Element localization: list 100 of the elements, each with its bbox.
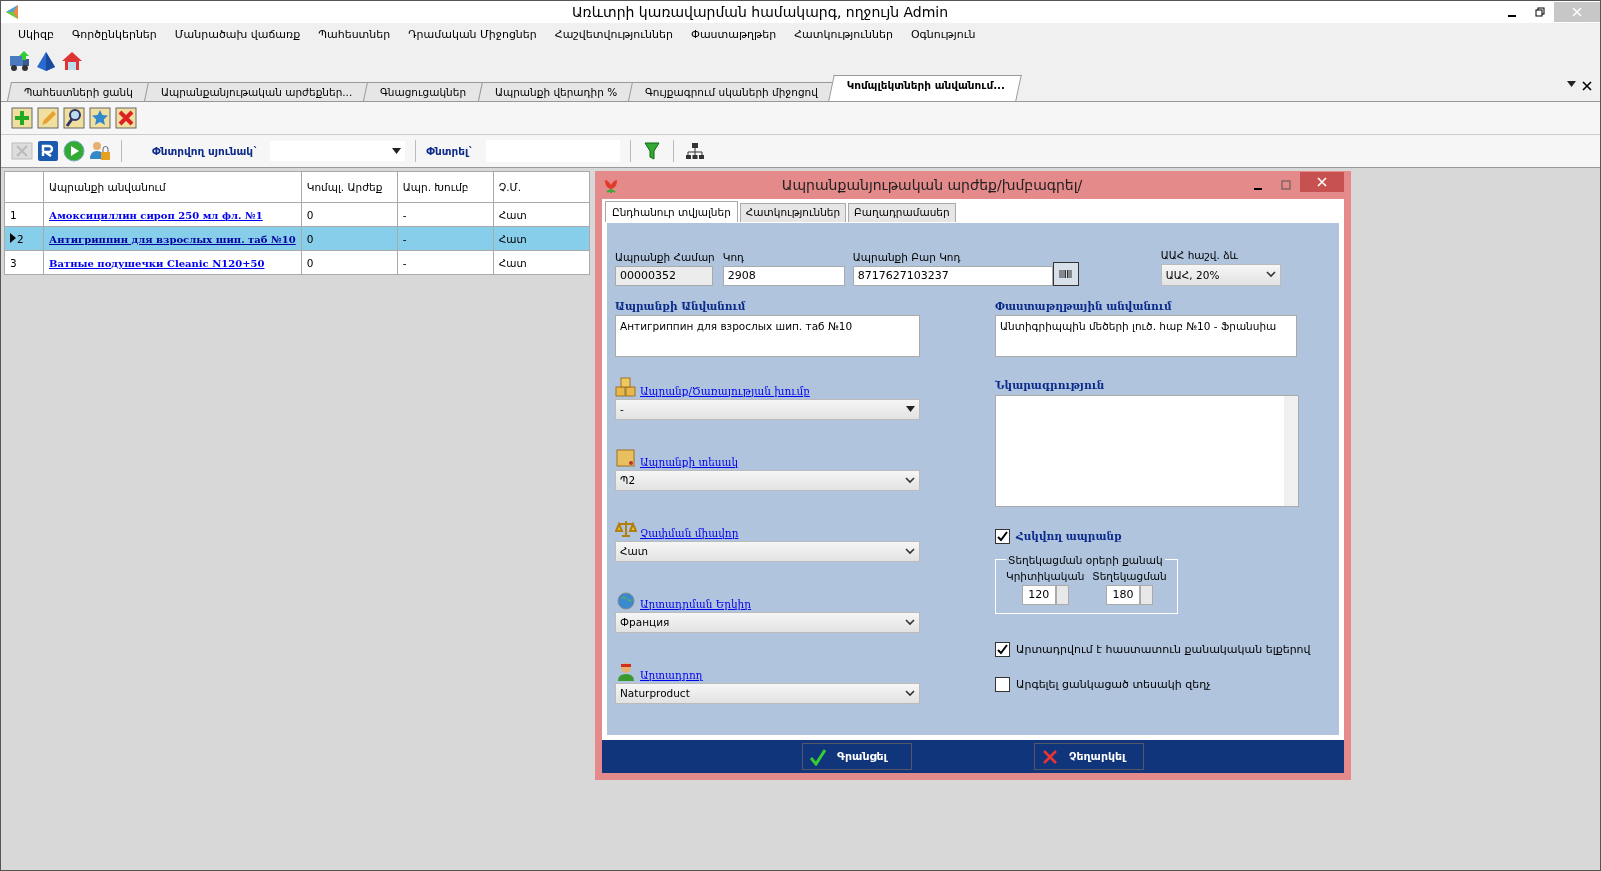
table-cell: - bbox=[402, 208, 407, 221]
document-tab[interactable]: Գնացուցակներ bbox=[363, 82, 484, 101]
column-header: Ապր. Խումբ bbox=[397, 171, 494, 203]
table-cell: 0 bbox=[306, 232, 314, 245]
table-cell: 0 bbox=[306, 208, 314, 221]
checkmark-icon bbox=[809, 747, 827, 766]
hierarchy-icon[interactable] bbox=[683, 140, 706, 162]
search-label: Փնտրել` bbox=[426, 145, 475, 157]
row-number: 1 bbox=[10, 208, 17, 221]
field-link[interactable]: Արտադրող bbox=[640, 668, 703, 681]
document-tab[interactable]: Կոմպլեկտների անվանում... bbox=[828, 75, 1022, 101]
field-label: Ապրանքի Անվանում bbox=[615, 299, 747, 312]
field-label: Ապրանքի Բար Կոդ bbox=[852, 250, 962, 263]
table-cell: Հատ bbox=[498, 256, 527, 269]
column-header: Ապրանքի անվանում bbox=[43, 171, 302, 203]
menu-item[interactable]: Օգնություն bbox=[901, 25, 985, 43]
dropdown[interactable]: - bbox=[615, 398, 920, 420]
menu-item[interactable]: Պահեստներ bbox=[309, 25, 400, 43]
checkbox-label: Արտադրվում է հաստատուն քանակական ելքերով bbox=[1016, 642, 1311, 656]
scales-icon bbox=[615, 518, 637, 539]
truck-icon[interactable] bbox=[9, 50, 31, 72]
house-icon[interactable] bbox=[61, 50, 83, 72]
save-button[interactable]: Գրանցել bbox=[802, 743, 912, 770]
play-icon[interactable] bbox=[63, 140, 85, 162]
box-icon bbox=[615, 447, 637, 468]
chevron-icon bbox=[905, 618, 915, 626]
dropdown[interactable]: Франция bbox=[615, 611, 920, 633]
checkbox-label: Արգելել ցանկացած տեսակի զեղչ bbox=[1016, 677, 1211, 691]
vat-dropdown[interactable]: ԱԱՀ, 20% bbox=[1160, 263, 1281, 286]
field-link[interactable]: Ապրանքի տեսակ bbox=[640, 455, 739, 468]
table-cell: 0 bbox=[306, 256, 314, 269]
dialog-tab[interactable]: Ընդհանուր տվյալներ bbox=[605, 201, 738, 222]
caret-icon bbox=[392, 148, 402, 154]
boxes-icon bbox=[615, 376, 637, 397]
field-link[interactable]: Չափման միավոր bbox=[640, 526, 739, 539]
field-label: Կրիտիկական bbox=[1006, 569, 1085, 582]
minimize-icon bbox=[1508, 15, 1516, 17]
dialog-tab[interactable]: Բաղադրամասեր bbox=[848, 203, 956, 222]
cross-icon bbox=[1041, 747, 1059, 766]
checkbox-label: Հսկվող ապրանք bbox=[1016, 530, 1122, 542]
delete-icon[interactable] bbox=[115, 107, 137, 129]
restore-icon bbox=[1535, 7, 1545, 17]
menu-item[interactable]: Սկիզբ bbox=[9, 25, 63, 43]
barcode-icon bbox=[1058, 268, 1073, 279]
person-icon bbox=[615, 660, 637, 681]
menu-item[interactable]: Փաստաթղթեր bbox=[681, 25, 786, 43]
dropdown[interactable]: Հատ bbox=[615, 540, 920, 562]
window-title: Առևտրի կառավարման համակարգ, ողջույն Admin bbox=[570, 4, 950, 20]
add-icon[interactable] bbox=[11, 107, 33, 129]
field-label: Փաստաթղթային անվանում bbox=[995, 299, 1173, 312]
field-label: Ապրանքի Համար bbox=[615, 250, 715, 263]
field-label: Կոդ bbox=[722, 250, 746, 263]
dropdown-icon bbox=[1567, 81, 1576, 87]
cancel-button[interactable]: Չեղարկել bbox=[1034, 743, 1144, 770]
magnifier-icon[interactable] bbox=[63, 107, 85, 129]
chevron-icon bbox=[905, 476, 915, 484]
table-cell: - bbox=[402, 256, 407, 269]
chevron-icon bbox=[905, 547, 915, 555]
field-label: ԱԱՀ հաշվ. ձև bbox=[1160, 248, 1240, 261]
table-cell: - bbox=[402, 232, 407, 245]
field-link[interactable]: Ապրանք/Ծառայության խումբ bbox=[640, 384, 810, 397]
table-cell: Հատ bbox=[498, 208, 527, 221]
dropdown[interactable]: Պ2 bbox=[615, 469, 920, 491]
close-icon[interactable] bbox=[1582, 81, 1592, 91]
users-icon[interactable] bbox=[89, 140, 111, 162]
dialog-title: Ապրանքանյութական արժեք/խմբագրել/ bbox=[780, 177, 1084, 193]
chevron-icon bbox=[1265, 271, 1276, 278]
document-tab[interactable]: Պահեստների ցանկ bbox=[7, 82, 150, 101]
field-link[interactable]: Արտադրման Երկիր bbox=[640, 597, 752, 610]
dropdown[interactable]: Naturproduct bbox=[615, 682, 920, 704]
menu-item[interactable]: Հատկություններ bbox=[785, 25, 902, 43]
field-label: Տեղեկացման bbox=[1092, 569, 1167, 582]
description-textarea[interactable] bbox=[995, 394, 1299, 507]
refresh-icon[interactable] bbox=[37, 140, 59, 162]
document-name-textarea[interactable]: Անտիգրիպպին մեծերի լուծ. հաբ №10 - Ֆրանսիա bbox=[995, 314, 1297, 357]
close-icon bbox=[1572, 7, 1582, 17]
row-number: 2 bbox=[10, 232, 24, 245]
checkbox[interactable] bbox=[995, 528, 1010, 544]
pyramid-icon[interactable] bbox=[35, 50, 57, 72]
close-button[interactable] bbox=[1300, 172, 1344, 192]
document-tab[interactable]: Գույքագրում սկաների միջոցով bbox=[627, 82, 835, 101]
row-number: 3 bbox=[10, 256, 17, 269]
menu-item[interactable]: Հաշվետվություններ bbox=[545, 25, 682, 43]
name-textarea[interactable]: Антигриппин для взрослых шип. таб №10 bbox=[615, 314, 920, 357]
menu-item[interactable]: Գործընկերներ bbox=[62, 25, 166, 43]
checkbox[interactable] bbox=[995, 676, 1010, 692]
dialog-tab[interactable]: Հատկություններ bbox=[739, 203, 847, 222]
table-cell: Հատ bbox=[498, 232, 527, 245]
barcode-button[interactable] bbox=[1052, 261, 1079, 286]
caret-icon bbox=[906, 406, 915, 412]
close-icon bbox=[1317, 177, 1327, 187]
field-label: Նկարագրություն bbox=[995, 378, 1106, 391]
column-header: Կոմպլ. Արժեք bbox=[301, 171, 398, 203]
menu-item[interactable]: Մանրածախ վաճառք bbox=[165, 25, 310, 43]
document-tab[interactable]: Ապրանքի վերադիր % bbox=[477, 82, 634, 101]
column-header: Չ.Մ. bbox=[493, 171, 590, 203]
input-field[interactable]: 8717627103237 bbox=[852, 265, 1053, 286]
input-field[interactable]: 2908 bbox=[722, 265, 845, 286]
checkbox[interactable] bbox=[995, 641, 1010, 657]
menu-item[interactable]: Դրամական Միջոցներ bbox=[399, 25, 546, 43]
